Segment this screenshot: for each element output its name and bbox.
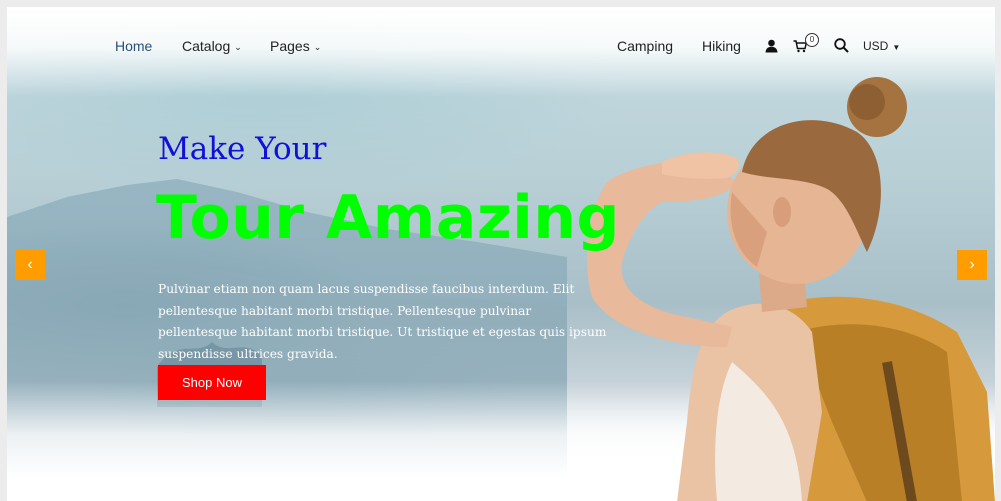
nav-pages[interactable]: Pages ⌄ — [270, 38, 321, 54]
chevron-right-icon: › — [969, 256, 975, 273]
user-icon[interactable] — [765, 39, 778, 58]
hero-description: Pulvinar etiam non quam lacus suspendiss… — [158, 282, 607, 361]
nav-catalog-label: Catalog — [182, 38, 231, 54]
nav-camping[interactable]: Camping — [617, 38, 673, 54]
top-navigation: Home Catalog ⌄ Pages ⌄ Camping Hiking 0 … — [7, 7, 995, 87]
cart-count-badge: 0 — [805, 33, 819, 47]
slider-next-button[interactable]: › — [957, 250, 987, 280]
search-icon — [834, 38, 849, 53]
hiker-woman-image — [587, 77, 995, 501]
nav-catalog[interactable]: Catalog ⌄ — [182, 38, 242, 54]
nav-pages-label: Pages — [270, 38, 310, 54]
nav-hiking[interactable]: Hiking — [702, 38, 741, 54]
hero-headline-line2: Tour Amazing — [156, 183, 620, 253]
currency-selector[interactable]: USD ▼ — [863, 39, 900, 53]
nav-home[interactable]: Home — [115, 38, 152, 54]
hero-headline-line1: Make Your — [158, 131, 327, 167]
nav-camping-label: Camping — [617, 38, 674, 54]
page-frame: Home Catalog ⌄ Pages ⌄ Camping Hiking 0 … — [7, 7, 995, 501]
shop-now-button[interactable]: Shop Now — [158, 365, 266, 400]
cart-button[interactable]: 0 — [793, 33, 819, 58]
chevron-down-icon: ⌄ — [313, 42, 322, 52]
chevron-down-icon: ⌄ — [234, 42, 242, 52]
nav-home-label: Home — [115, 38, 153, 54]
caret-down-icon: ▼ — [892, 43, 901, 52]
chevron-left-icon: ‹ — [27, 256, 33, 273]
slider-prev-button[interactable]: ‹ — [15, 250, 45, 280]
nav-hiking-label: Hiking — [702, 38, 741, 54]
search-button[interactable] — [834, 38, 849, 58]
currency-label: USD — [863, 39, 889, 53]
